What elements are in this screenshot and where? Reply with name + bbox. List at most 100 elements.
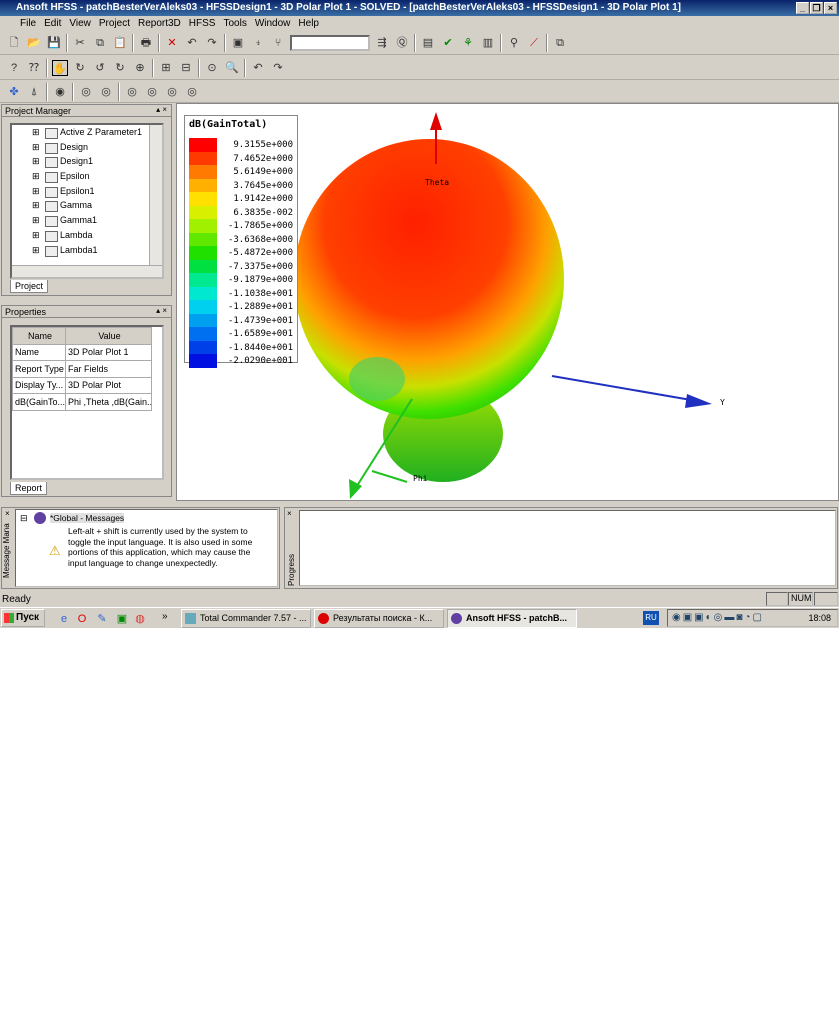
table-row[interactable]: Name 3D Polar Plot 1	[12, 343, 152, 361]
context-help-icon[interactable]: ⁇	[26, 60, 42, 76]
menu-project[interactable]: Project	[99, 16, 130, 31]
language-indicator[interactable]: RU	[643, 611, 659, 625]
view1-icon[interactable]: ◎	[124, 84, 140, 100]
open-icon[interactable]: 📂	[26, 35, 42, 51]
chart-icon[interactable]: ⟋	[526, 35, 542, 51]
tree-item[interactable]: Lambda	[12, 228, 162, 243]
fields-icon[interactable]: ⚲	[506, 35, 522, 51]
tree-item[interactable]: Gamma1	[12, 213, 162, 228]
menu-window[interactable]: Window	[255, 16, 291, 31]
check-icon[interactable]: ✔	[440, 35, 456, 51]
table-row[interactable]: Display Ty... 3D Polar Plot	[12, 376, 152, 394]
tray-icons[interactable]: ◉▣▣◐◎▬◙◔▢	[672, 612, 764, 623]
show-icon[interactable]: ◉	[52, 84, 68, 100]
tab-project[interactable]: Project	[10, 280, 49, 293]
windows-icon[interactable]: ⧉	[552, 35, 568, 51]
close-button[interactable]: ×	[824, 2, 837, 14]
validate-icon[interactable]: Ⓠ	[394, 35, 410, 51]
undo-view-icon[interactable]: ↶	[250, 60, 266, 76]
menu-report3d[interactable]: Report3D	[138, 16, 181, 31]
prop-value[interactable]: Phi ,Theta ,dB(Gain...	[65, 393, 152, 411]
warning-message[interactable]: Left-alt + shift is currently used by th…	[68, 526, 258, 568]
prop-value[interactable]: Far Fields	[65, 360, 152, 378]
menu-hfss[interactable]: HFSS	[189, 16, 216, 31]
menu-view[interactable]: View	[69, 16, 91, 31]
tree-item[interactable]: Design	[12, 140, 162, 155]
menu-help[interactable]: Help	[298, 16, 319, 31]
menu-edit[interactable]: Edit	[44, 16, 61, 31]
save-icon[interactable]: 💾	[46, 35, 62, 51]
panel-close-icon[interactable]: ×	[5, 509, 10, 518]
merge-icon[interactable]: ⇶	[374, 35, 390, 51]
opera-icon[interactable]: O	[74, 611, 90, 627]
tree-item[interactable]: Active Z Parameter1	[12, 125, 162, 140]
tree-item[interactable]: Epsilon1	[12, 184, 162, 199]
fit-all-icon[interactable]: ⊙	[204, 60, 220, 76]
quicklaunch-icon[interactable]: ✎	[94, 611, 110, 627]
table-row[interactable]: Report Type Far Fields	[12, 360, 152, 378]
hide-all-icon[interactable]: ◎	[98, 84, 114, 100]
legend-entry: -1.6589e+001	[189, 327, 295, 341]
ie-icon[interactable]: e	[56, 611, 72, 627]
panel-close-icon[interactable]: ▴ ×	[156, 306, 167, 315]
cut-icon[interactable]: ✂	[72, 35, 88, 51]
zoom-icon[interactable]: ⊕	[132, 60, 148, 76]
tree-item[interactable]: Lambda1	[12, 243, 162, 258]
selection-combobox[interactable]	[290, 34, 370, 51]
redo-icon[interactable]: ↷	[204, 35, 220, 51]
antenna-icon[interactable]: ⍋	[26, 84, 42, 100]
help-icon[interactable]: ?	[6, 60, 22, 76]
view2-icon[interactable]: ◎	[144, 84, 160, 100]
tree-item[interactable]: Gamma	[12, 198, 162, 213]
task-opera[interactable]: Результаты поиска - К...	[314, 609, 444, 628]
panel-close-icon[interactable]: ▴ ×	[156, 105, 167, 114]
view3-icon[interactable]: ◎	[164, 84, 180, 100]
analyze-icon[interactable]: ⚘	[460, 35, 476, 51]
menu-tools[interactable]: Tools	[223, 16, 246, 31]
message-group[interactable]: *Global - Messages	[50, 513, 125, 523]
app-icon[interactable]: ▣	[114, 611, 130, 627]
zoom-in-icon[interactable]: ⊞	[158, 60, 174, 76]
task-total-commander[interactable]: Total Commander 7.57 - ...	[181, 609, 311, 628]
restore-button[interactable]: ❐	[810, 2, 823, 14]
pan-icon[interactable]: ✋	[52, 59, 68, 76]
chrome-icon[interactable]: ◍	[132, 611, 148, 627]
rotate-z-icon[interactable]: ↻	[112, 60, 128, 76]
rotate-icon[interactable]: ↻	[72, 60, 88, 76]
fit-selection-icon[interactable]: 🔍	[224, 60, 240, 76]
collapse-icon[interactable]: ⊟	[20, 513, 28, 524]
new-icon[interactable]: 🗋	[6, 35, 22, 51]
legend-entry: -1.4739e+001	[189, 313, 295, 327]
pin-icon[interactable]: ⍖	[250, 35, 266, 51]
copy-icon[interactable]: ⧉	[92, 35, 108, 51]
redo-view-icon[interactable]: ↷	[270, 60, 286, 76]
rotate-y-icon[interactable]: ↺	[92, 60, 108, 76]
panel-close-icon[interactable]: ×	[287, 509, 292, 518]
prop-value[interactable]: 3D Polar Plot 1	[65, 343, 152, 361]
select-icon[interactable]: ▣	[230, 35, 246, 51]
hide-icon[interactable]: ◎	[78, 84, 94, 100]
tree-icon[interactable]: ⑂	[270, 35, 286, 51]
model-icon[interactable]: ✤	[6, 84, 22, 100]
minimize-button[interactable]: _	[796, 2, 809, 14]
print-icon[interactable]: 🖶	[138, 35, 154, 51]
delete-icon[interactable]: ✕	[164, 35, 180, 51]
table-row[interactable]: dB(GainTo... Phi ,Theta ,dB(Gain...	[12, 393, 152, 411]
view4-icon[interactable]: ◎	[184, 84, 200, 100]
tab-report[interactable]: Report	[10, 482, 48, 495]
horizontal-scrollbar[interactable]	[12, 265, 162, 277]
start-button[interactable]: Пуск	[1, 609, 45, 627]
vertical-scrollbar[interactable]	[149, 125, 162, 265]
tree-item[interactable]: Design1	[12, 154, 162, 169]
report-icon[interactable]: ▤	[420, 35, 436, 51]
results-icon[interactable]: ▥	[480, 35, 496, 51]
prop-value[interactable]: 3D Polar Plot	[65, 376, 152, 394]
more-icon[interactable]: »	[162, 611, 168, 622]
legend-value: -1.8440e+001	[227, 342, 293, 353]
paste-icon[interactable]: 📋	[112, 35, 128, 51]
tree-item[interactable]: Epsilon	[12, 169, 162, 184]
task-hfss[interactable]: Ansoft HFSS - patchB...	[447, 609, 577, 628]
menu-file[interactable]: File	[20, 16, 36, 31]
undo-icon[interactable]: ↶	[184, 35, 200, 51]
zoom-out-icon[interactable]: ⊟	[178, 60, 194, 76]
